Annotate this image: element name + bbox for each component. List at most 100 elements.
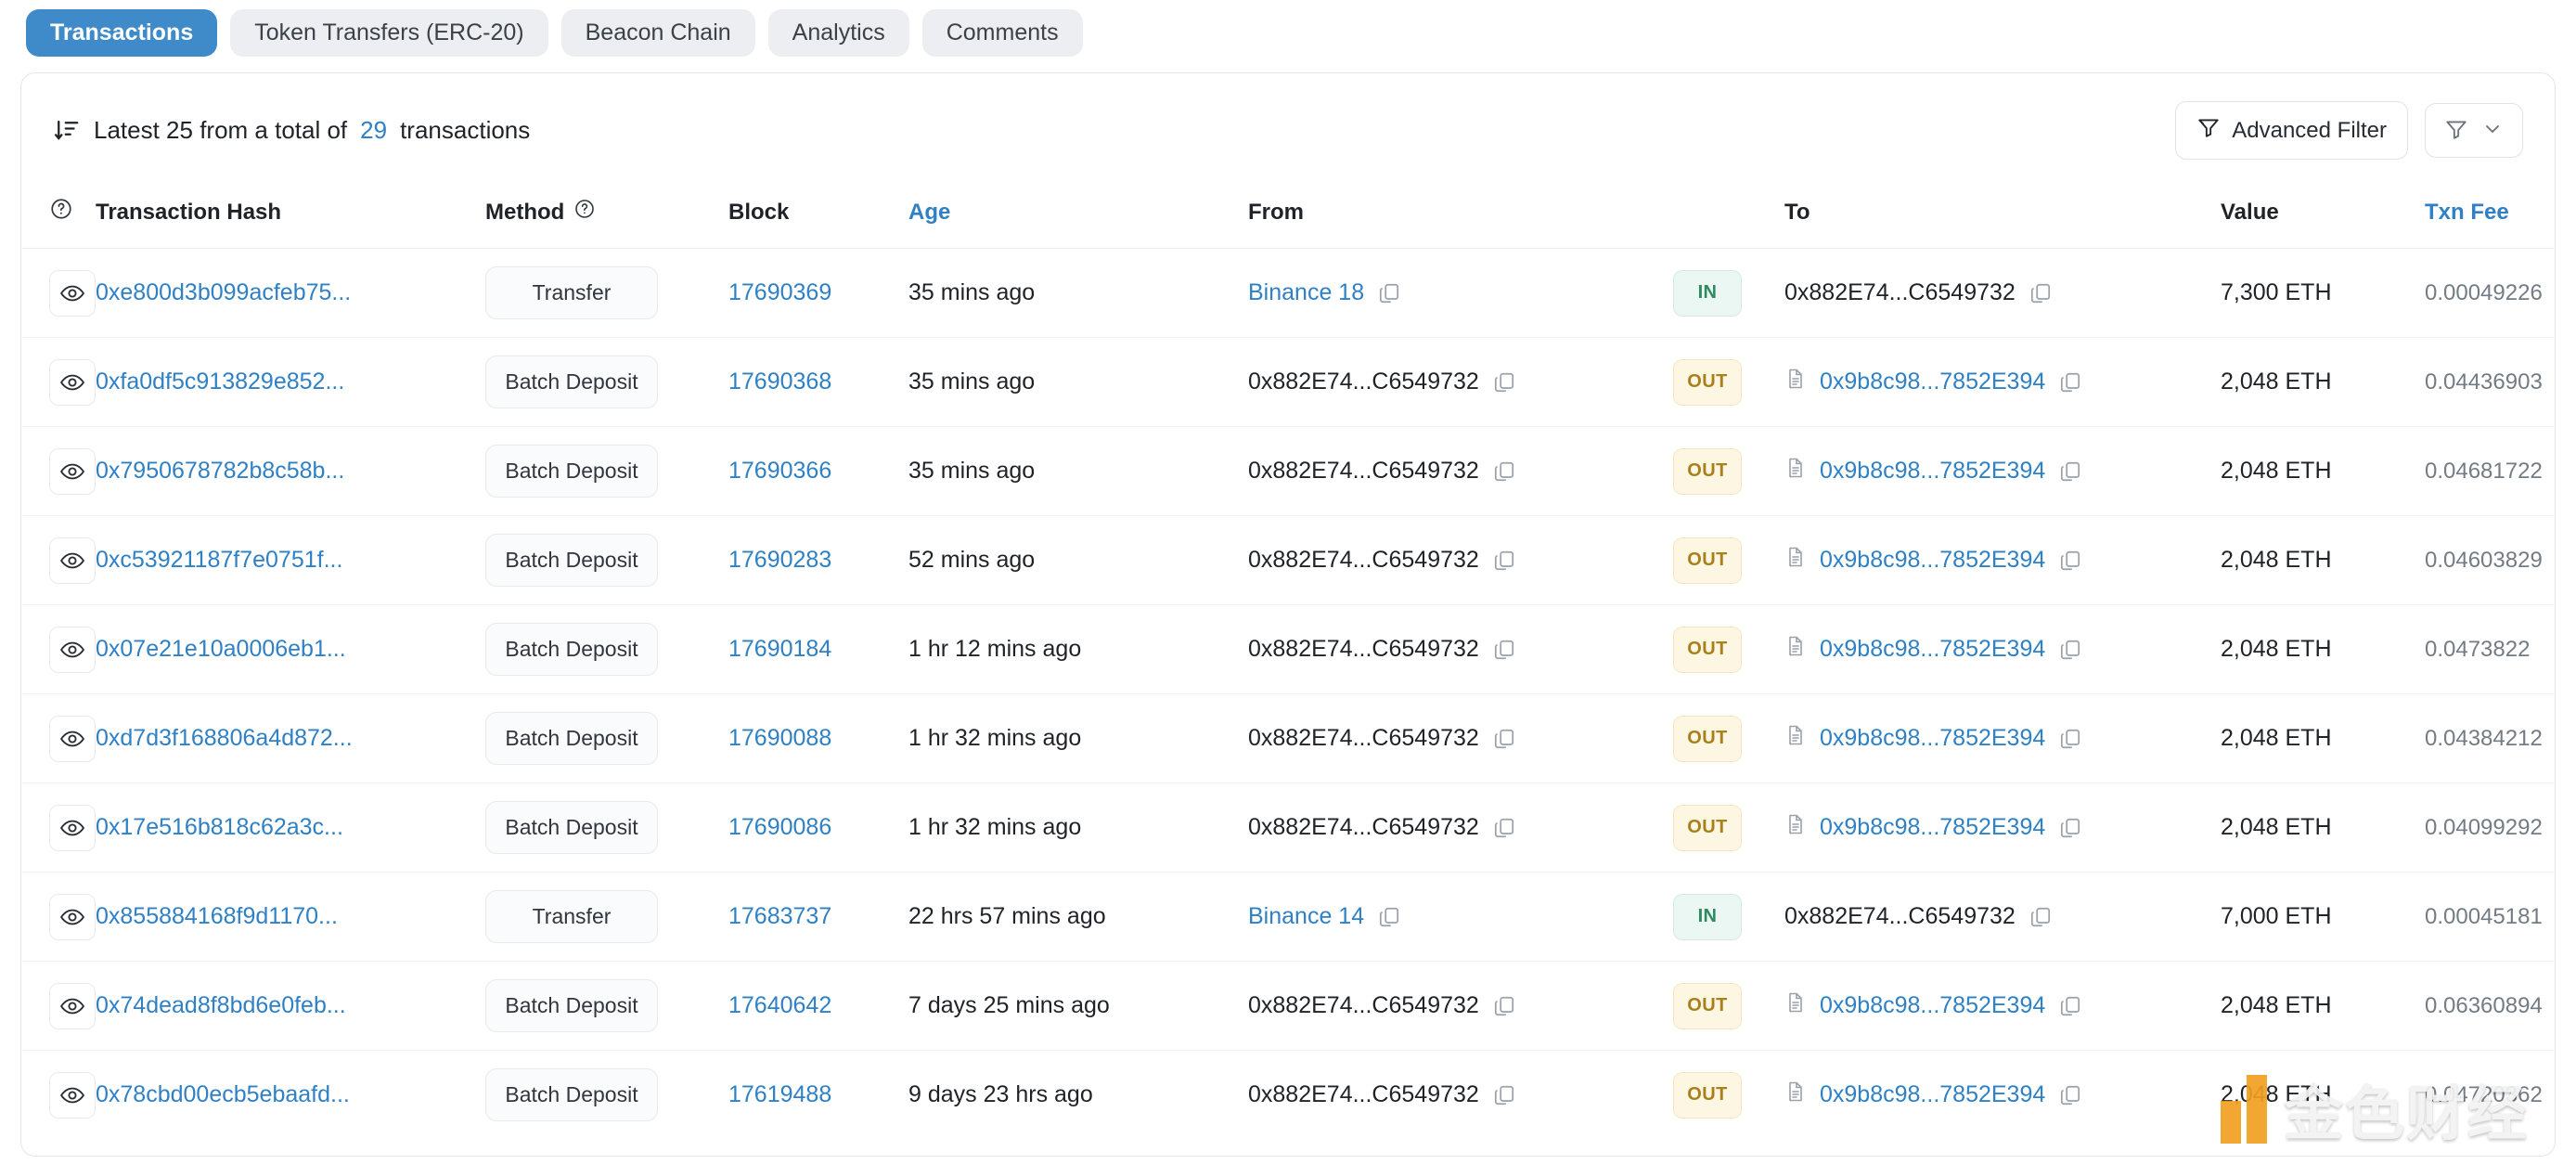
eye-icon[interactable] [49,626,96,673]
cell-age: 7 days 25 mins ago [908,961,1248,1051]
transaction-hash-link[interactable]: 0xc53921187f7e0751f... [96,547,342,573]
block-link[interactable]: 17683737 [728,903,831,929]
block-link[interactable]: 17619488 [728,1081,831,1107]
tab-comments[interactable]: Comments [921,8,1083,57]
transaction-hash-link[interactable]: 0xd7d3f168806a4d872... [96,725,353,751]
method-badge[interactable]: Batch Deposit [485,534,658,587]
copy-icon[interactable] [2058,638,2082,662]
to-address[interactable]: 0x9b8c98...7852E394 [1820,814,2045,841]
tab-analytics[interactable]: Analytics [767,8,909,57]
cell-preview [21,426,96,516]
copy-icon[interactable] [1492,459,1516,484]
eye-icon[interactable] [49,804,96,851]
direction-badge: OUT [1673,537,1742,584]
transaction-hash-link[interactable]: 0x74dead8f8bd6e0feb... [96,992,346,1018]
copy-icon[interactable] [2058,1083,2082,1107]
cell-age: 9 days 23 hrs ago [908,1051,1248,1140]
to-address[interactable]: 0x9b8c98...7852E394 [1820,547,2045,574]
copy-icon[interactable] [1492,638,1516,662]
sort-descending-icon[interactable] [53,117,81,145]
copy-icon[interactable] [1377,281,1401,305]
method-badge[interactable]: Transfer [485,266,658,319]
block-link[interactable]: 17690086 [728,814,831,840]
transaction-hash-link[interactable]: 0xfa0df5c913829e852... [96,369,344,394]
copy-icon[interactable] [1492,727,1516,751]
cell-age: 35 mins ago [908,248,1248,338]
direction-badge: IN [1673,893,1742,940]
method-badge[interactable]: Batch Deposit [485,1068,658,1122]
copy-icon[interactable] [2029,905,2053,929]
col-age[interactable]: Age [908,180,1248,249]
eye-icon[interactable] [49,982,96,1029]
transaction-hash-link[interactable]: 0x855884168f9d1170... [96,903,338,929]
table-row: 0xfa0df5c913829e852... Batch Deposit 17690… [21,337,2555,427]
transaction-hash-link[interactable]: 0x07e21e10a0006eb1... [96,636,346,662]
eye-icon[interactable] [49,893,96,940]
eye-icon[interactable] [49,715,96,762]
block-link[interactable]: 17690283 [728,547,831,573]
eye-icon[interactable] [49,358,96,406]
summary-total-count[interactable]: 29 [360,116,387,145]
method-badge[interactable]: Batch Deposit [485,445,658,498]
method-badge[interactable]: Batch Deposit [485,801,658,854]
copy-icon[interactable] [2058,727,2082,751]
copy-icon[interactable] [1492,370,1516,394]
block-link[interactable]: 17690368 [728,369,831,394]
tab-transactions[interactable]: Transactions [26,8,218,57]
copy-icon[interactable] [1492,1083,1516,1107]
chevron-down-icon [2481,118,2504,143]
block-link[interactable]: 17640642 [728,992,831,1018]
to-address[interactable]: 0x9b8c98...7852E394 [1820,458,2045,485]
to-address[interactable]: 0x9b8c98...7852E394 [1820,369,2045,395]
to-address[interactable]: 0x9b8c98...7852E394 [1820,992,2045,1019]
tab-token-transfers-erc-20[interactable]: Token Transfers (ERC-20) [230,8,548,57]
cell-from: 0x882E74...C6549732 [1248,1051,1673,1140]
transaction-hash-link[interactable]: 0x7950678782b8c58b... [96,458,344,484]
transaction-hash-link[interactable]: 0xe800d3b099acfeb75... [96,279,351,305]
tab-beacon-chain[interactable]: Beacon Chain [560,8,755,57]
from-address[interactable]: Binance 14 [1248,903,1364,930]
method-badge[interactable]: Transfer [485,890,658,943]
block-link[interactable]: 17690088 [728,725,831,751]
transaction-hash-link[interactable]: 0x17e516b818c62a3c... [96,814,343,840]
to-address[interactable]: 0x9b8c98...7852E394 [1820,725,2045,752]
question-circle-icon[interactable] [49,199,73,226]
copy-icon[interactable] [2058,994,2082,1018]
copy-icon[interactable] [1492,994,1516,1018]
copy-icon[interactable] [1377,905,1401,929]
eye-icon[interactable] [49,269,96,317]
eye-icon[interactable] [49,447,96,495]
txn-fee-amount: 0.04720362 [2425,1082,2543,1108]
question-circle-icon[interactable] [573,198,596,226]
eye-icon[interactable] [49,1071,96,1119]
col-txn-fee[interactable]: Txn Fee [2425,180,2555,249]
transaction-hash-link[interactable]: 0x78cbd00ecb5ebaafd... [96,1081,350,1107]
copy-icon[interactable] [2029,281,2053,305]
copy-icon[interactable] [2058,459,2082,484]
cell-direction: IN [1673,872,1784,962]
filter-dropdown-button[interactable] [2425,103,2523,158]
to-address[interactable]: 0x9b8c98...7852E394 [1820,636,2045,663]
block-link[interactable]: 17690369 [728,279,831,305]
cell-block: 17690369 [728,248,908,338]
funnel-icon [2444,117,2468,144]
eye-icon[interactable] [49,537,96,584]
copy-icon[interactable] [2058,816,2082,840]
copy-icon[interactable] [1492,549,1516,573]
from-address[interactable]: Binance 18 [1248,279,1364,306]
method-badge[interactable]: Batch Deposit [485,712,658,765]
method-badge[interactable]: Batch Deposit [485,356,658,408]
copy-icon[interactable] [2058,549,2082,573]
to-address[interactable]: 0x9b8c98...7852E394 [1820,1081,2045,1108]
block-link[interactable]: 17690184 [728,636,831,662]
cell-from: 0x882E74...C6549732 [1248,961,1673,1051]
copy-icon[interactable] [2058,370,2082,394]
method-badge[interactable]: Batch Deposit [485,623,658,676]
advanced-filter-button[interactable]: Advanced Filter [2175,101,2408,160]
copy-icon[interactable] [1492,816,1516,840]
txn-fee-amount: 0.04384212 [2425,726,2543,751]
contract-icon [1784,545,1807,576]
cell-method: Batch Deposit [485,961,728,1051]
method-badge[interactable]: Batch Deposit [485,979,658,1032]
block-link[interactable]: 17690366 [728,458,831,484]
